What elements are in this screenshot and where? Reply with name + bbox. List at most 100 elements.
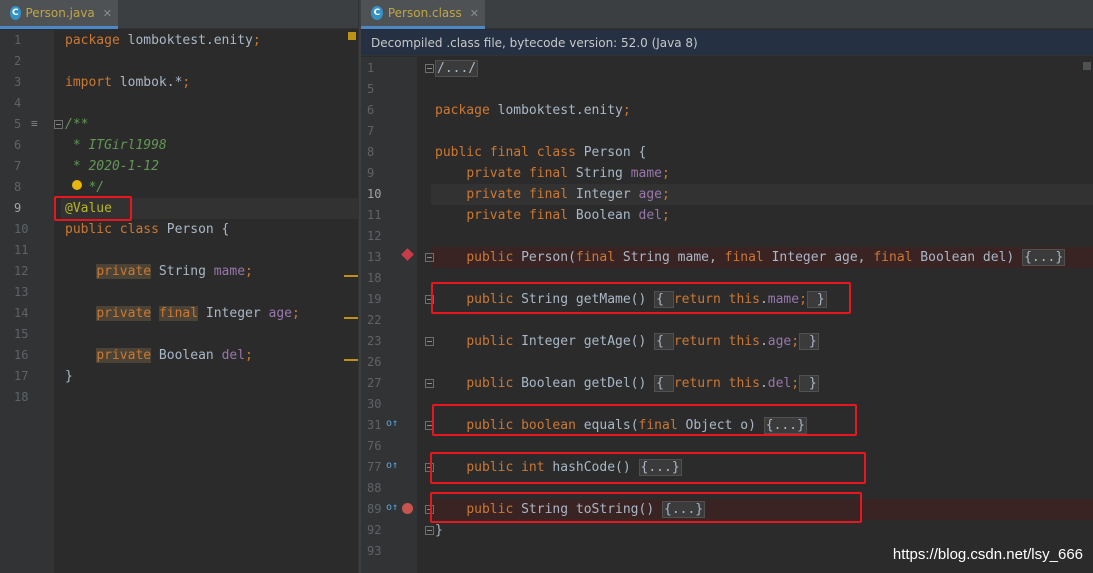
fold-toggle-icon[interactable] <box>425 253 434 262</box>
line-number: 12 <box>14 264 29 278</box>
line-number: 9 <box>367 166 375 180</box>
line-number: 12 <box>367 229 382 243</box>
line-number: 18 <box>367 271 382 285</box>
line-number: 30 <box>367 397 382 411</box>
code-token: return <box>673 334 721 349</box>
override-icon[interactable]: o↑ <box>386 460 398 471</box>
code-token: ; <box>791 334 800 349</box>
override-icon[interactable]: o↑ <box>386 502 398 513</box>
fold-toggle-icon[interactable] <box>54 120 63 129</box>
scroll-marker[interactable] <box>344 275 358 277</box>
decompiled-banner: Decompiled .class file, bytecode version… <box>361 30 1093 56</box>
code-token: lombok.* <box>111 75 183 90</box>
code-token: ; <box>662 208 670 223</box>
code-token: ; <box>245 264 253 279</box>
code-line: private Boolean del; <box>65 345 253 366</box>
line-number: 8 <box>367 145 375 159</box>
code-token: class <box>119 222 159 237</box>
code-token: import <box>65 75 112 90</box>
line-number: 11 <box>367 208 382 222</box>
fold-toggle-icon[interactable] <box>425 379 434 388</box>
warning-marker[interactable] <box>348 32 356 40</box>
code-token: package <box>435 103 490 118</box>
code-token: final <box>575 250 616 265</box>
breakpoint-icon[interactable] <box>402 503 413 514</box>
close-icon[interactable]: ✕ <box>470 7 479 20</box>
code-token: this <box>728 376 760 391</box>
line-number: 6 <box>14 138 22 152</box>
line-number: 6 <box>367 103 375 117</box>
code-token: del <box>638 208 663 223</box>
highlight-box-tostring <box>430 492 862 523</box>
line-number: 10 <box>14 222 29 236</box>
code-token: {...} <box>1022 249 1066 266</box>
scroll-marker[interactable] <box>344 359 358 361</box>
line-number: 89 <box>367 502 382 516</box>
line-number: 88 <box>367 481 382 495</box>
code-editor[interactable]: 1 package lomboktest.enity; 2 3 import lombo… <box>0 30 358 573</box>
fold-toggle-icon[interactable] <box>425 64 434 73</box>
code-token: Integer <box>198 306 269 321</box>
javadoc-toggle-icon[interactable]: ≡ <box>31 117 38 130</box>
code-line: private final Integer age; <box>435 184 670 205</box>
line-number: 4 <box>14 96 22 110</box>
tab-person-java[interactable]: C Person.java ✕ <box>0 0 118 29</box>
code-token: final <box>489 145 529 160</box>
scroll-marker[interactable] <box>1083 62 1091 70</box>
code-token: age <box>638 187 663 202</box>
line-number: 5 <box>367 82 375 96</box>
code-token: ; <box>292 306 300 321</box>
code-token: /** <box>65 117 89 132</box>
line-number: 13 <box>14 285 29 299</box>
line-number: 1 <box>367 61 375 75</box>
line-number: 19 <box>367 292 382 306</box>
fold-toggle-icon[interactable] <box>425 337 434 346</box>
code-line: public Integer getAge() { return this.ag… <box>435 331 819 352</box>
line-number: 1 <box>14 33 22 47</box>
highlight-box-equals <box>432 404 857 436</box>
code-line: private final Boolean del; <box>435 205 670 226</box>
code-token: } <box>799 375 819 392</box>
code-token: . <box>759 376 768 391</box>
line-number: 31 <box>367 418 382 432</box>
close-icon[interactable]: ✕ <box>103 7 112 20</box>
code-token: del <box>221 348 246 363</box>
code-token: del <box>767 376 792 391</box>
code-token: mame <box>630 166 663 181</box>
code-token: { <box>654 333 674 350</box>
watermark: https://blog.csdn.net/lsy_666 <box>892 546 1083 563</box>
override-icon[interactable]: o↑ <box>386 418 398 429</box>
code-token: public <box>466 376 514 391</box>
code-token: class <box>536 145 576 160</box>
code-token: String <box>151 264 214 279</box>
lightbulb-icon[interactable] <box>72 180 82 190</box>
scroll-marker[interactable] <box>344 317 358 319</box>
right-tab-bar: C Person.class ✕ <box>361 0 1093 29</box>
tab-person-class[interactable]: C Person.class ✕ <box>361 0 485 29</box>
line-number: 18 <box>14 390 29 404</box>
line-number: 13 <box>367 250 382 264</box>
code-line: private final Integer age; <box>65 303 300 324</box>
code-token: ; <box>622 103 631 118</box>
code-token: final <box>528 166 569 181</box>
fold-toggle-icon[interactable] <box>425 526 434 535</box>
code-line: /.../ <box>435 58 479 79</box>
code-token: String mame, <box>615 250 725 265</box>
tab-label: Person.java <box>25 6 95 20</box>
code-token: * ITGirl1998 <box>65 138 167 153</box>
code-token: /.../ <box>435 60 479 77</box>
code-token: Person { <box>158 222 230 237</box>
code-token: age <box>767 334 792 349</box>
line-number: 8 <box>14 180 22 194</box>
